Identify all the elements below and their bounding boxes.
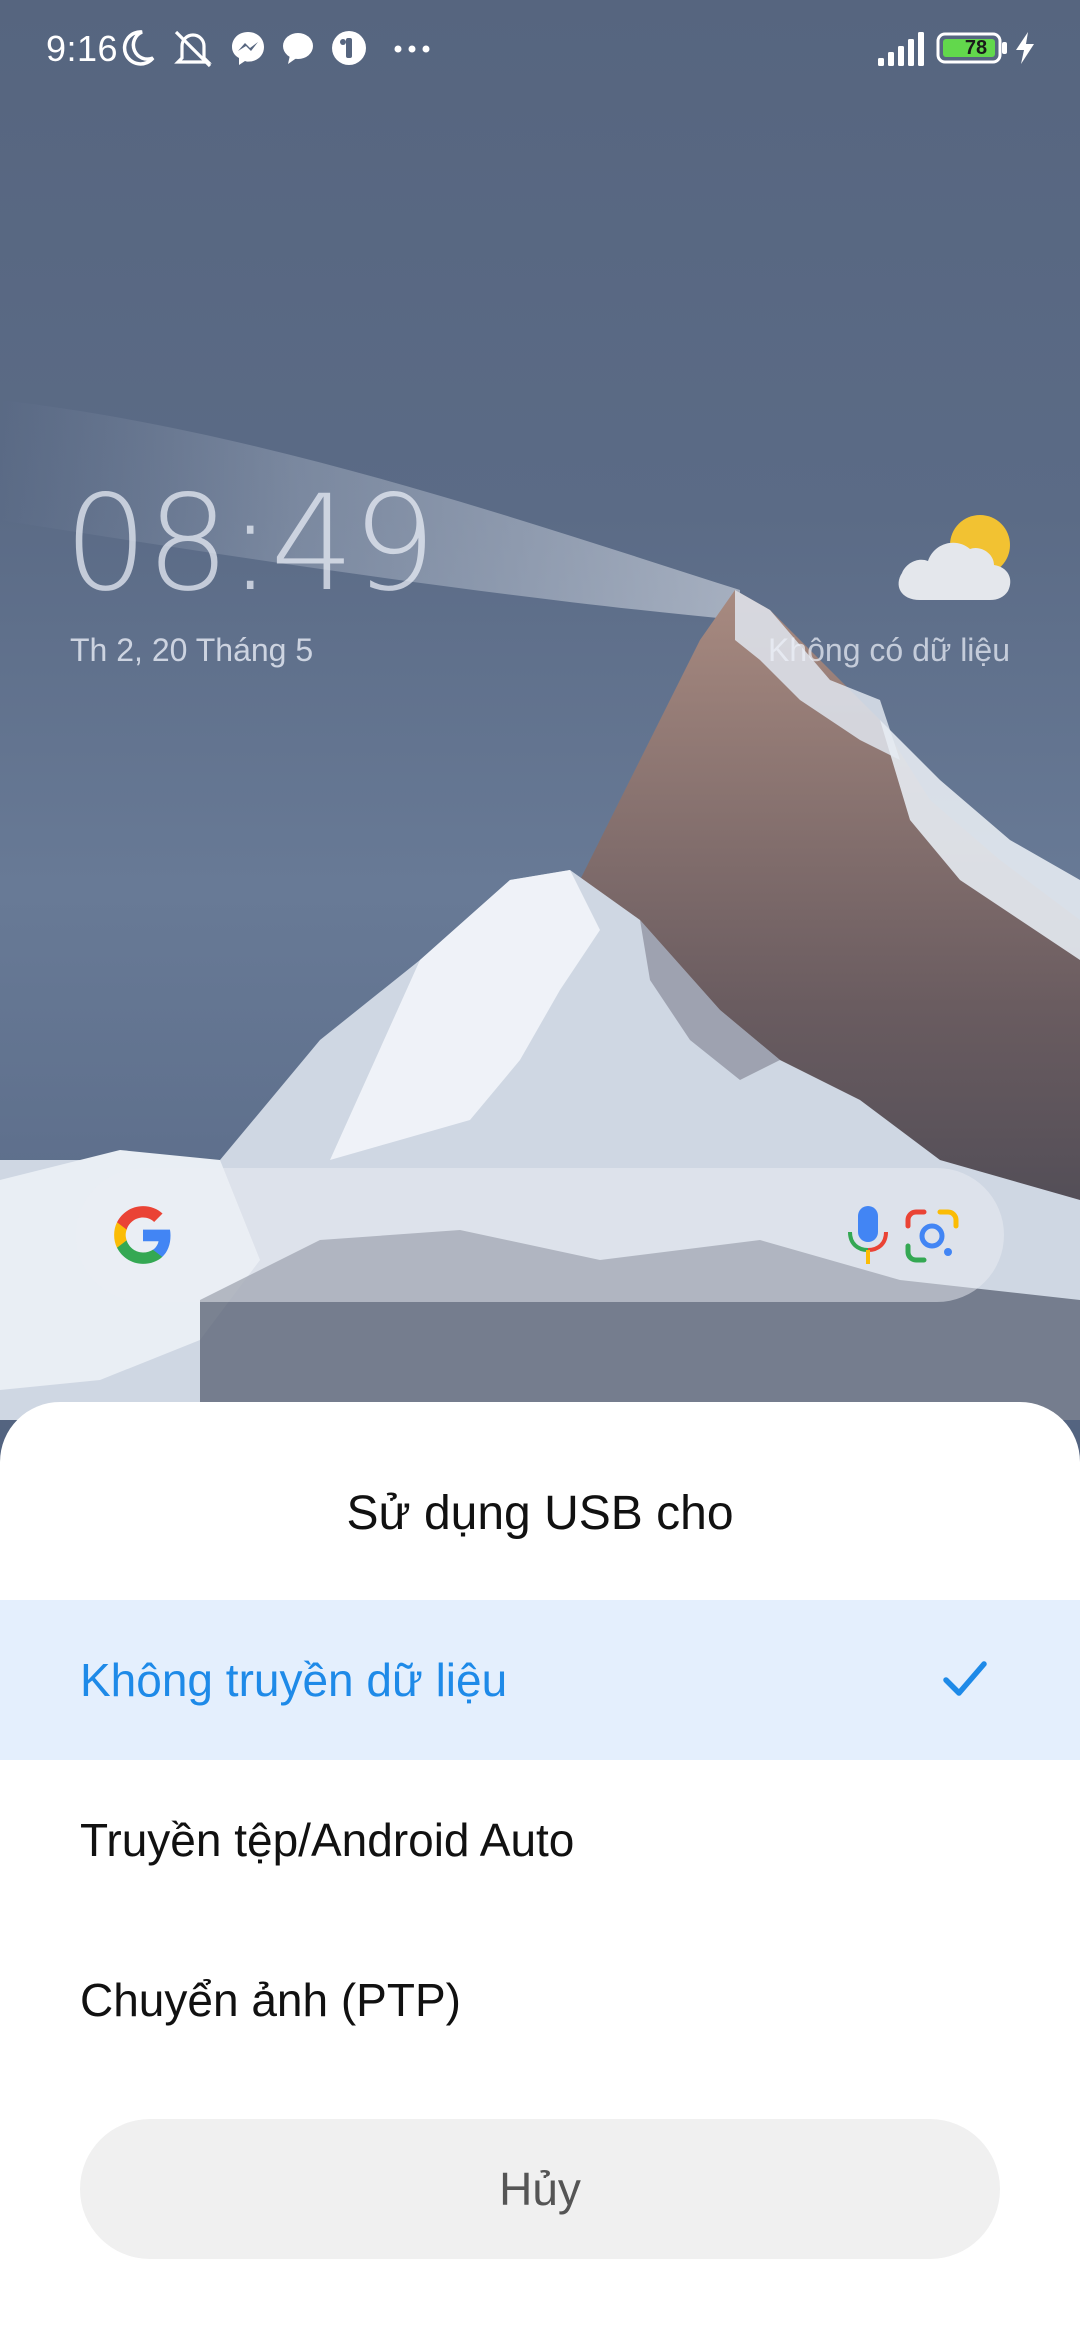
google-search-bar[interactable]: [76, 1168, 1004, 1302]
status-time: 9:16: [46, 28, 119, 69]
weather-cloud-sun-icon[interactable]: [890, 505, 1020, 605]
signal-icon: [878, 32, 924, 66]
home-clock[interactable]: 08:49: [64, 478, 436, 610]
battery-level: 78: [964, 37, 988, 59]
status-bar: 9:16 78: [0, 0, 1080, 100]
weather-status: Không có dữ liệu: [767, 632, 1010, 668]
messenger-icon: [232, 32, 264, 65]
google-logo-icon: [114, 1206, 171, 1264]
mute-icon: [174, 30, 212, 68]
dialog-title: Sử dụng USB cho: [346, 1487, 734, 1540]
check-icon: [943, 1661, 987, 1696]
home-date: Th 2, 20 Tháng 5: [70, 632, 314, 668]
option-label: Không truyền dữ liệu: [80, 1654, 508, 1706]
usb-mode-dialog: Sử dụng USB cho Không truyền dữ liệu Tru…: [0, 1402, 1080, 2340]
mic-icon[interactable]: [846, 1204, 890, 1266]
chat-icon: [283, 33, 313, 64]
option-label: Chuyển ảnh (PTP): [80, 1974, 461, 2026]
more-icon: [394, 45, 430, 53]
option-ptp[interactable]: Chuyển ảnh (PTP): [0, 1920, 1080, 2080]
cancel-button[interactable]: Hủy: [80, 2119, 1000, 2259]
app-icon: [332, 31, 366, 65]
option-no-data-transfer[interactable]: Không truyền dữ liệu: [0, 1600, 1080, 1760]
moon-icon: [122, 30, 155, 66]
option-label: Truyền tệp/Android Auto: [80, 1814, 575, 1866]
charging-icon: [1016, 32, 1034, 64]
option-file-transfer[interactable]: Truyền tệp/Android Auto: [0, 1760, 1080, 1920]
lens-icon[interactable]: [902, 1206, 962, 1266]
